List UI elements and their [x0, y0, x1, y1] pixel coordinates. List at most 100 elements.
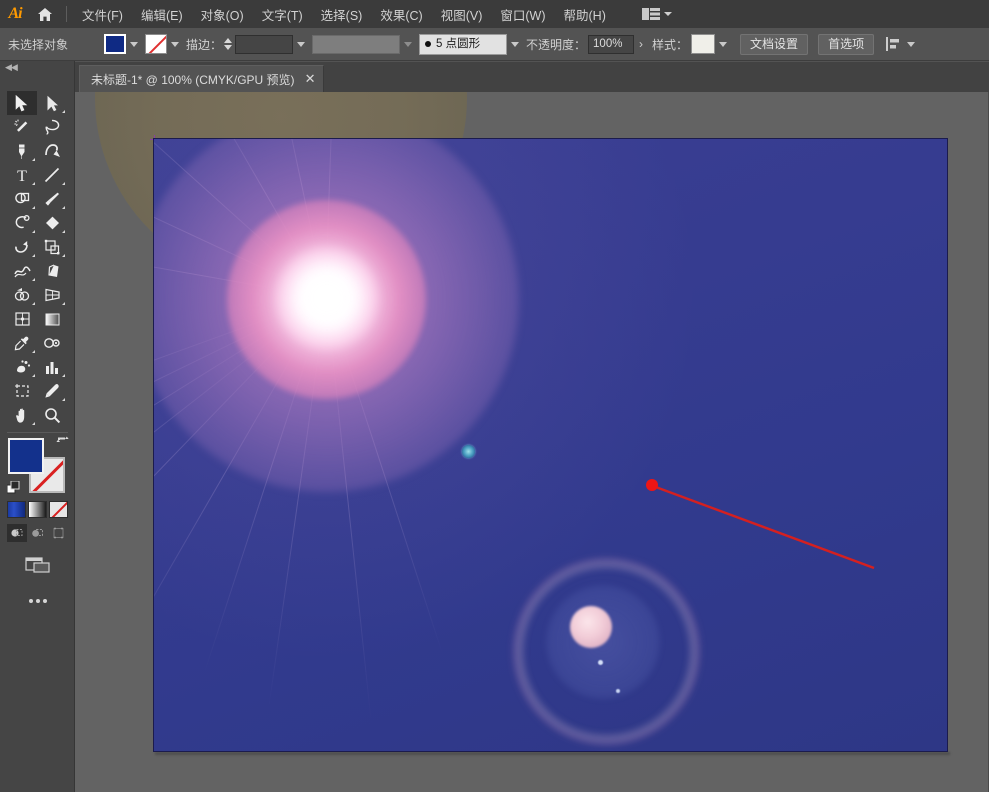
default-fill-stroke-icon[interactable]	[7, 481, 20, 494]
primary-lens-flare[interactable]	[154, 139, 519, 492]
artboard-tool[interactable]	[7, 379, 37, 403]
magic-wand-tool[interactable]	[7, 115, 37, 139]
type-icon: T	[17, 168, 27, 183]
tools-panel-collapse-handle[interactable]: ◀◀	[0, 61, 74, 74]
stroke-profile-dropdown-icon[interactable]	[404, 41, 413, 47]
free-transform-tool[interactable]	[37, 259, 67, 283]
line-segment-icon	[44, 167, 60, 183]
eyedropper-tool[interactable]	[7, 331, 37, 355]
draw-normal-icon	[11, 529, 23, 537]
gradient-mode-button[interactable]	[28, 501, 47, 518]
fill-color-dropdown-icon[interactable]	[130, 41, 138, 47]
style-label: 样式：	[652, 37, 689, 52]
paintbrush-tool[interactable]	[37, 187, 67, 211]
document-tab[interactable]: 未标题-1* @ 100% (CMYK/GPU 预览) ✕	[79, 65, 325, 92]
selection-tool[interactable]	[7, 91, 37, 115]
menu-file[interactable]: 文件(F)	[73, 1, 132, 28]
graphic-style-dropdown-icon[interactable]	[719, 41, 728, 47]
align-icon	[886, 37, 900, 51]
symbol-sprayer-icon	[16, 360, 30, 373]
perspective-grid-tool[interactable]	[37, 283, 67, 307]
draw-normal-button[interactable]	[7, 524, 27, 542]
column-graph-tool[interactable]	[37, 355, 67, 379]
zoom-tool[interactable]	[37, 403, 67, 427]
stroke-weight-input[interactable]	[235, 34, 294, 54]
menu-window[interactable]: 窗口(W)	[491, 1, 554, 28]
symbol-sprayer-tool[interactable]	[7, 355, 37, 379]
draw-inside-button[interactable]	[48, 524, 68, 542]
close-icon[interactable]: ✕	[305, 72, 316, 85]
menu-view[interactable]: 视图(V)	[432, 1, 492, 28]
brush-definition-select[interactable]: 5 点圆形	[419, 33, 508, 55]
menu-help[interactable]: 帮助(H)	[555, 1, 615, 28]
opacity-options-icon[interactable]: ›	[634, 37, 648, 51]
scale-tool[interactable]	[37, 235, 67, 259]
home-icon[interactable]	[30, 0, 60, 28]
menu-select[interactable]: 选择(S)	[312, 1, 372, 28]
pen-tool[interactable]	[7, 139, 37, 163]
mesh-icon	[14, 312, 30, 326]
preferences-button[interactable]: 首选项	[818, 33, 875, 55]
document-setup-button[interactable]: 文档设置	[740, 33, 809, 55]
align-options[interactable]	[886, 37, 922, 51]
arrow-hollow-icon	[47, 95, 58, 111]
canvas-workspace[interactable]	[75, 92, 989, 792]
draw-mode-bar	[7, 524, 68, 542]
gradient-icon	[45, 313, 59, 325]
line-segment-tool[interactable]	[37, 163, 67, 187]
workspace-switcher[interactable]	[637, 5, 677, 23]
arrow-solid-icon	[15, 94, 28, 111]
edit-toolbar-button[interactable]	[7, 590, 68, 612]
mesh-tool[interactable]	[7, 307, 37, 331]
teal-circle-object[interactable]	[462, 445, 475, 458]
color-mode-button[interactable]	[7, 501, 26, 518]
artboard[interactable]	[153, 138, 948, 752]
stroke-weight-dropdown-icon[interactable]	[297, 41, 306, 47]
graphic-style-swatch[interactable]	[691, 34, 716, 54]
fill-swatch-large[interactable]	[8, 438, 44, 474]
curvature-icon	[44, 144, 60, 157]
swap-fill-stroke-icon[interactable]	[56, 436, 69, 449]
gradient-tool[interactable]	[37, 307, 67, 331]
menu-type[interactable]: 文字(T)	[253, 1, 312, 28]
width-tool[interactable]	[7, 259, 37, 283]
direct-selection-tool[interactable]	[37, 91, 67, 115]
shaper-tool[interactable]	[7, 211, 37, 235]
secondary-lens-flare-ring[interactable]	[514, 559, 699, 744]
eraser-tool[interactable]	[37, 211, 67, 235]
shape-builder-tool[interactable]	[7, 283, 37, 307]
slice-tool[interactable]	[37, 379, 67, 403]
opacity-input[interactable]: 100%	[588, 34, 635, 54]
document-tab-bar: 未标题-1* @ 100% (CMYK/GPU 预览) ✕	[75, 62, 989, 92]
draw-behind-icon	[32, 529, 43, 537]
stroke-color-swatch[interactable]	[145, 34, 167, 54]
magic-wand-icon	[14, 119, 28, 132]
stroke-profile-select[interactable]	[312, 34, 401, 54]
rotate-tool[interactable]	[7, 235, 37, 259]
fill-color-swatch[interactable]	[104, 34, 126, 54]
shape-icon	[14, 192, 29, 204]
stroke-weight-stepper[interactable]	[224, 38, 233, 50]
change-screen-mode-button[interactable]	[7, 552, 68, 578]
draw-behind-button[interactable]	[28, 524, 48, 542]
blend-tool[interactable]	[37, 331, 67, 355]
shaper-icon	[15, 215, 30, 229]
curvature-tool[interactable]	[37, 139, 67, 163]
brush-definition-dropdown-icon[interactable]	[511, 41, 520, 47]
menu-edit[interactable]: 编辑(E)	[132, 1, 192, 28]
lasso-tool[interactable]	[37, 115, 67, 139]
align-dropdown-icon[interactable]	[907, 41, 916, 47]
rotate-icon	[14, 241, 28, 253]
rectangle-tool[interactable]	[7, 187, 37, 211]
tools-panel: ◀◀ T	[0, 61, 75, 792]
menu-effect[interactable]: 效果(C)	[371, 1, 431, 28]
flare-ring-teal	[517, 562, 696, 741]
hand-tool[interactable]	[7, 403, 37, 427]
type-tool[interactable]: T	[7, 163, 37, 187]
perspective-grid-icon	[44, 288, 60, 302]
menu-object[interactable]: 对象(O)	[192, 1, 253, 28]
none-mode-button[interactable]	[49, 501, 68, 518]
stroke-color-dropdown-icon[interactable]	[171, 41, 179, 47]
flare-ring-ball	[570, 606, 612, 648]
document-tab-title: 未标题-1* @ 100% (CMYK/GPU 预览)	[91, 72, 295, 87]
